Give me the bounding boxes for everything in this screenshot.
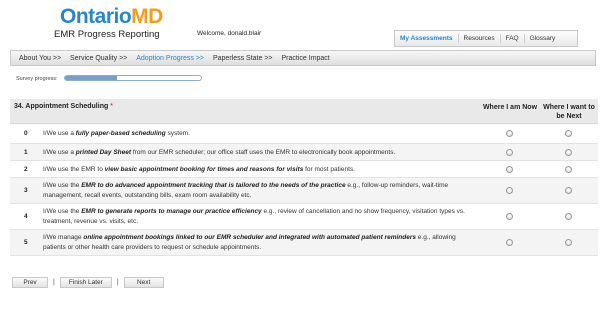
- radio-where-i-am-now[interactable]: [506, 213, 513, 220]
- survey-progress-label: Survey progress:: [16, 76, 58, 82]
- top-nav-glossary[interactable]: Glossary: [525, 34, 561, 43]
- radio-where-i-am-now[interactable]: [506, 187, 513, 194]
- option-description: I/We use a printed Day Sheet from our EM…: [43, 149, 396, 156]
- survey-progress-bar: [64, 75, 202, 81]
- option-description: I/We use the EMR to generate reports to …: [43, 208, 465, 225]
- option-row: 4 I/We use the EMR to generate reports to…: [10, 204, 598, 230]
- radio-where-i-am-now[interactable]: [506, 239, 513, 246]
- top-nav-faq[interactable]: FAQ: [501, 34, 525, 43]
- question-header: 34. Appointment Scheduling * Where I am …: [10, 99, 598, 124]
- top-nav: My Assessments Resources FAQ Glossary: [394, 30, 578, 47]
- radio-where-i-am-now[interactable]: [506, 165, 513, 173]
- form-buttons: Prev | Finish Later | Next: [12, 277, 164, 288]
- option-row: 1 I/We use a printed Day Sheet from our E…: [10, 144, 598, 161]
- option-number: 3: [24, 187, 28, 194]
- radio-where-i-am-now[interactable]: [506, 130, 513, 137]
- welcome-message: Welcome, donald.blair: [197, 30, 262, 37]
- survey-progress-fill: [65, 76, 117, 80]
- radio-where-i-want-to-be-next[interactable]: [565, 187, 572, 194]
- question-title: 34. Appointment Scheduling *: [14, 103, 113, 110]
- option-description: I/We use a fully paper-based scheduling …: [43, 130, 190, 137]
- column-header-now: Where I am Now: [482, 104, 538, 111]
- radio-where-i-want-to-be-next[interactable]: [565, 148, 572, 156]
- option-row: 2 I/We use the EMR to view basic appointm…: [10, 161, 598, 178]
- radio-where-i-want-to-be-next[interactable]: [565, 239, 572, 246]
- option-row: 5 I/We manage online appointment bookings…: [10, 230, 598, 256]
- column-header-next: Where I want to be Next: [543, 104, 595, 120]
- radio-where-i-want-to-be-next[interactable]: [565, 130, 572, 137]
- radio-where-i-am-now[interactable]: [506, 148, 513, 156]
- section-tab-paperless-state[interactable]: Paperless State >>: [213, 55, 273, 62]
- finish-later-button[interactable]: Finish Later: [59, 277, 112, 288]
- option-rows: 0 I/We use a fully paper-based scheduling…: [10, 124, 598, 256]
- option-number: 1: [24, 148, 28, 156]
- option-row: 3 I/We use the EMR to do advanced appoint…: [10, 178, 598, 204]
- section-tab-about-you[interactable]: About You >>: [19, 55, 61, 62]
- top-nav-resources[interactable]: Resources: [459, 34, 501, 43]
- section-tab-service-quality[interactable]: Service Quality >>: [70, 55, 127, 62]
- app-subtitle: EMR Progress Reporting: [54, 29, 160, 40]
- button-separator: |: [53, 279, 55, 286]
- required-marker: *: [110, 103, 113, 110]
- section-tab-practice-impact[interactable]: Practice Impact: [282, 55, 330, 62]
- option-number: 0: [24, 130, 28, 137]
- option-description: I/We manage online appointment bookings …: [43, 234, 456, 251]
- top-nav-my-assessments[interactable]: My Assessments: [395, 34, 459, 43]
- radio-where-i-want-to-be-next[interactable]: [565, 213, 572, 220]
- ontariomd-logo[interactable]: OntarioMD: [60, 6, 163, 28]
- button-separator: |: [116, 279, 119, 286]
- section-tab-adoption-progress[interactable]: Adoption Progress >>: [136, 55, 204, 62]
- question-table: 34. Appointment Scheduling * Where I am …: [10, 99, 598, 256]
- next-button[interactable]: Next: [123, 277, 164, 288]
- option-description: I/We use the EMR to view basic appointme…: [43, 166, 355, 173]
- option-number: 2: [24, 165, 28, 173]
- radio-where-i-want-to-be-next[interactable]: [565, 165, 572, 173]
- section-nav: About You >> Service Quality >> Adoption…: [10, 50, 596, 66]
- option-row: 0 I/We use a fully paper-based scheduling…: [10, 124, 598, 144]
- option-description: I/We use the EMR to do advanced appointm…: [43, 182, 449, 199]
- header: OntarioMD EMR Progress Reporting Welcome…: [0, 0, 606, 47]
- prev-button[interactable]: Prev: [12, 277, 48, 288]
- option-number: 5: [24, 239, 28, 246]
- option-number: 4: [24, 213, 28, 220]
